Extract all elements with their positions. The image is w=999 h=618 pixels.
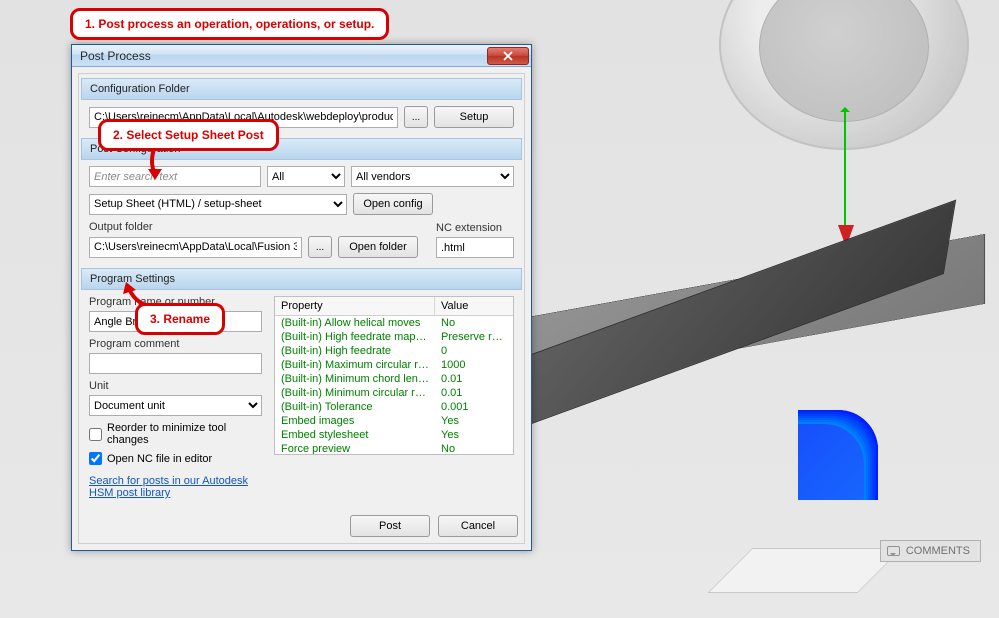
value-column-header[interactable]: Value (435, 297, 513, 315)
program-comment-label: Program comment (89, 338, 262, 350)
property-value: 0.01 (435, 386, 513, 400)
open-nc-checkbox[interactable] (89, 452, 102, 465)
property-name: (Built-in) Minimum chord length (275, 372, 435, 386)
dialog-title: Post Process (80, 49, 151, 63)
properties-table: Property Value (Built-in) Allow helical … (274, 296, 514, 455)
cancel-button[interactable]: Cancel (438, 515, 518, 537)
comments-label: COMMENTS (906, 545, 970, 557)
open-nc-label: Open NC file in editor (107, 453, 212, 465)
table-row[interactable]: (Built-in) Tolerance0.001 (275, 400, 513, 414)
table-row[interactable]: (Built-in) Minimum chord length0.01 (275, 372, 513, 386)
property-name: (Built-in) High feedrate mapping (275, 330, 435, 344)
property-column-header[interactable]: Property (275, 297, 435, 315)
program-comment-input[interactable] (89, 353, 262, 374)
property-name: (Built-in) Minimum circular radius (275, 386, 435, 400)
property-value: 0.01 (435, 372, 513, 386)
table-row[interactable]: (Built-in) High feedrate0 (275, 344, 513, 358)
property-name: (Built-in) High feedrate (275, 344, 435, 358)
property-value: No (435, 316, 513, 330)
close-button[interactable] (487, 47, 529, 65)
property-value: 1000 (435, 358, 513, 372)
close-icon (503, 51, 513, 61)
property-value: 0 (435, 344, 513, 358)
property-name: (Built-in) Maximum circular radius (275, 358, 435, 372)
open-config-button[interactable]: Open config (353, 193, 433, 215)
setup-button[interactable]: Setup (434, 106, 514, 128)
unit-select[interactable]: Document unit (89, 395, 262, 416)
property-value: Preserve rapi... (435, 330, 513, 344)
post-library-link[interactable]: Search for posts in our Autodesk HSM pos… (89, 475, 262, 499)
table-row[interactable]: (Built-in) Maximum circular radius1000 (275, 358, 513, 372)
table-row[interactable]: (Built-in) Allow helical movesNo (275, 316, 513, 330)
reorder-checkbox[interactable] (89, 428, 102, 441)
post-button[interactable]: Post (350, 515, 430, 537)
config-folder-header: Configuration Folder (81, 78, 522, 100)
property-name: Force preview (275, 442, 435, 454)
property-value: No (435, 442, 513, 454)
toolpath-lines (798, 410, 878, 500)
annotation-3: 3. Rename (135, 303, 225, 335)
property-name: (Built-in) Allow helical moves (275, 316, 435, 330)
annotation-1: 1. Post process an operation, operations… (70, 8, 389, 40)
annotation-2: 2. Select Setup Sheet Post (98, 119, 279, 151)
table-row[interactable]: Embed stylesheetYes (275, 428, 513, 442)
search-input[interactable] (89, 166, 261, 187)
property-value: 0.001 (435, 400, 513, 414)
nc-extension-label: NC extension (436, 222, 514, 234)
property-value: Yes (435, 414, 513, 428)
property-value: Yes (435, 428, 513, 442)
table-row[interactable]: (Built-in) High feedrate mappingPreserve… (275, 330, 513, 344)
output-folder-input[interactable] (89, 237, 302, 258)
table-row[interactable]: (Built-in) Minimum circular radius0.01 (275, 386, 513, 400)
vendor-select[interactable]: All vendors (351, 166, 514, 187)
category-select[interactable]: All (267, 166, 345, 187)
unit-label: Unit (89, 380, 262, 392)
property-name: (Built-in) Tolerance (275, 400, 435, 414)
post-select[interactable]: Setup Sheet (HTML) / setup-sheet (89, 194, 347, 215)
output-folder-browse-button[interactable]: ... (308, 236, 332, 258)
config-folder-browse-button[interactable]: ... (404, 106, 428, 128)
property-name: Embed images (275, 414, 435, 428)
open-folder-button[interactable]: Open folder (338, 236, 418, 258)
reorder-label: Reorder to minimize tool changes (107, 422, 262, 446)
comments-button[interactable]: COMMENTS (880, 540, 981, 562)
nc-extension-input[interactable] (436, 237, 514, 258)
table-row[interactable]: Force previewNo (275, 442, 513, 454)
speech-bubble-icon (887, 546, 900, 556)
property-name: Embed stylesheet (275, 428, 435, 442)
table-row[interactable]: Embed imagesYes (275, 414, 513, 428)
dialog-titlebar[interactable]: Post Process (72, 45, 531, 67)
output-folder-label: Output folder (89, 221, 418, 233)
